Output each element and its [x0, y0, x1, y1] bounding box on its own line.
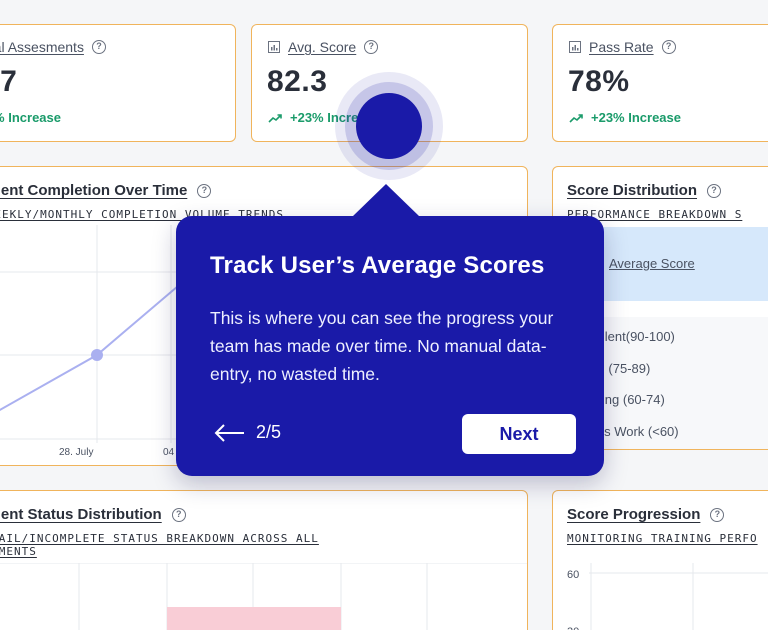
- kpi-value: 82.3: [267, 65, 328, 98]
- step-counter: 2/5: [256, 422, 282, 442]
- trend-up-icon: [569, 113, 583, 123]
- y-tick-label: 30: [567, 626, 579, 630]
- bar-chart-icon: [268, 41, 280, 53]
- help-icon[interactable]: ?: [197, 183, 212, 198]
- y-tick-label: 60: [567, 569, 579, 581]
- help-icon[interactable]: ?: [171, 507, 186, 522]
- x-tick-label: 04: [163, 447, 175, 458]
- kpi-label[interactable]: Total Assesments: [0, 39, 84, 55]
- help-icon[interactable]: ?: [364, 40, 379, 54]
- kpi-trend-text: +23% Increase: [0, 110, 61, 125]
- status-bar: [167, 607, 341, 630]
- card-title[interactable]: Score Distribution: [567, 182, 697, 199]
- tooltip-arrow: [352, 184, 420, 217]
- trend-up-icon: [268, 113, 282, 123]
- subtitle-line: ASSESSMENTS: [0, 545, 37, 558]
- kpi-trend-text: +23% Increase: [591, 110, 681, 125]
- card-title[interactable]: Assessment Status Distribution: [0, 506, 162, 523]
- progression-line-chart: 60 30: [567, 563, 768, 630]
- score-progression-card: Score Progression ? MONITORING TRAINING …: [552, 490, 768, 630]
- x-tick-label: 28. July: [59, 447, 93, 458]
- onboarding-tooltip: Track User’s Average Scores This is wher…: [176, 184, 604, 476]
- card-title[interactable]: Score Progression: [567, 506, 700, 523]
- help-icon[interactable]: ?: [707, 183, 722, 198]
- help-icon[interactable]: ?: [661, 40, 676, 54]
- tooltip-nav: 2/5: [214, 422, 281, 443]
- arrow-left-icon[interactable]: [214, 423, 246, 442]
- card-title[interactable]: Assessment Completion Over Time: [0, 182, 187, 199]
- help-icon[interactable]: ?: [91, 40, 106, 54]
- series-line: [0, 274, 192, 412]
- subtitle-line: PASS/FAIL/INCOMPLETE STATUS BREAKDOWN AC…: [0, 532, 319, 545]
- card-subtitle: PASS/FAIL/INCOMPLETE STATUS BREAKDOWN AC…: [0, 532, 319, 558]
- status-bar-chart: [0, 563, 527, 630]
- average-score-label: Average Score: [609, 256, 695, 271]
- kpi-card-total-assessments: Total Assesments ? 17 +23% Increase: [0, 24, 236, 142]
- card-subtitle: MONITORING TRAINING PERFO: [567, 532, 758, 545]
- beacon-dot[interactable]: [356, 93, 422, 159]
- kpi-label[interactable]: Pass Rate: [589, 39, 654, 55]
- kpi-card-pass-rate: Pass Rate ? 78% +23% Increase: [552, 24, 768, 142]
- help-icon[interactable]: ?: [710, 507, 725, 522]
- next-button[interactable]: Next: [462, 414, 576, 454]
- tooltip-body: This is where you can see the progress y…: [210, 308, 554, 384]
- status-distribution-card: Assessment Status Distribution ? PASS/FA…: [0, 490, 528, 630]
- kpi-value: 78%: [568, 65, 630, 98]
- bar-chart-icon: [569, 41, 581, 53]
- tooltip-title: Track User’s Average Scores: [210, 252, 545, 279]
- kpi-value: 17: [0, 65, 18, 98]
- kpi-label[interactable]: Avg. Score: [288, 39, 356, 55]
- data-point: [91, 349, 103, 361]
